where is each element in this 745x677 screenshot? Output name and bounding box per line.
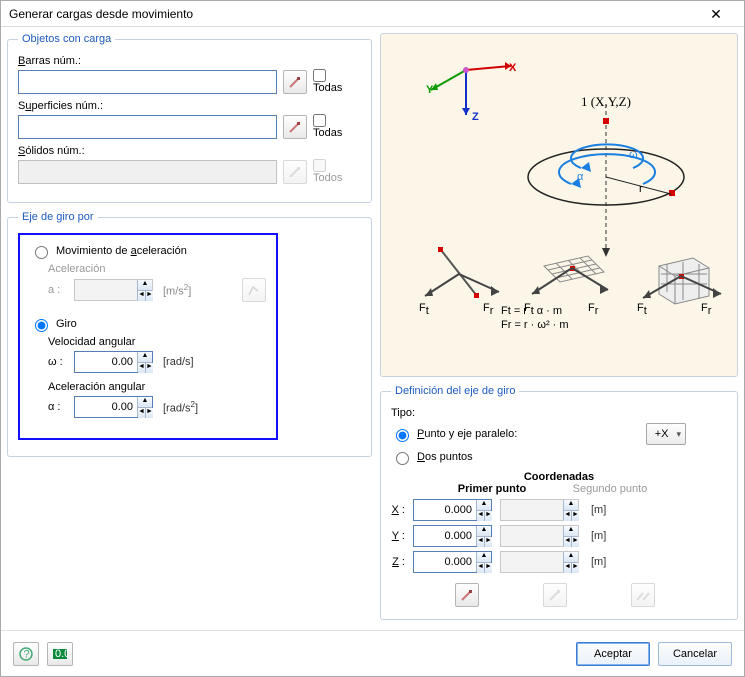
pick-point1-icon[interactable] [455,583,479,607]
two-points-radio[interactable]: Dos puntos [391,449,473,465]
surfaces-input[interactable] [18,115,277,139]
coord-title: Coordenadas [391,471,727,483]
surfaces-all-checkbox[interactable]: Todas [313,114,361,139]
accel-sublabel: Aceleración [48,263,266,275]
diagram-area: X Y Z 1 (X,Y,Z) [380,33,738,377]
svg-text:α: α [577,171,584,183]
footer-bar: ? 0.00 Aceptar Cancelar [1,630,744,676]
z-label: Z : [391,556,405,568]
x-label: X : [391,504,405,516]
parallel-radio[interactable]: Punto y eje paralelo: [391,426,517,442]
ang-vel-unit: [rad/s] [163,356,194,368]
window-title: Generar cargas desde movimiento [9,1,193,27]
x2-input: ▲◄► [500,499,579,521]
ft-label: Ft [419,302,429,317]
accel-symbol: a : [48,284,68,296]
help-icon[interactable]: ? [13,642,39,666]
bars-input[interactable] [18,70,277,94]
bars-all-checkbox[interactable]: Todas [313,69,361,94]
solids-input [18,160,277,184]
solids-label: Sólidos núm.: [18,145,361,157]
rotation-radio[interactable]: Giro [30,316,266,332]
ok-button[interactable]: Aceptar [576,642,650,666]
units-icon[interactable]: 0.00 [47,642,73,666]
solids-all-checkbox: Todos [313,159,361,184]
accel-unit: [m/s2] [163,283,191,298]
alpha-symbol: α : [48,401,68,413]
svg-text:?: ? [24,648,30,660]
mini-diagram-bar: Ft Fr [421,244,511,322]
axis-definition-group: Definición del eje de giro Tipo: Punto y… [380,385,738,620]
ft-label-3: Ft [637,302,647,317]
accel-pick-icon [242,278,266,302]
svg-text:r: r [639,183,643,195]
mini-diagram-solid: Ft Fr [639,244,729,322]
axis-mode-group: Eje de giro por Movimiento de aceleració… [7,211,372,457]
unit-m: [m] [591,504,606,516]
y1-input[interactable]: ▲◄► [413,525,492,547]
objects-legend: Objetos con carga [18,33,115,45]
ang-vel-label: Velocidad angular [48,336,266,348]
pick-both-icon [631,583,655,607]
z1-input[interactable]: ▲◄► [413,551,492,573]
surfaces-label: Superficies núm.: [18,100,361,112]
ang-vel-input[interactable]: ▲◄► [74,351,153,373]
y2-input: ▲◄► [500,525,579,547]
svg-text:0.00: 0.00 [55,648,68,660]
pick-solids-icon [283,160,307,184]
svg-text:ω: ω [629,149,638,161]
ang-acc-unit: [rad/s2] [163,400,198,415]
y-label: Y : [391,530,405,542]
accel-input: ▲◄► [74,279,153,301]
pick-surfaces-icon[interactable] [283,115,307,139]
z-axis-label: Z [472,111,479,123]
axis-def-legend: Definición del eje de giro [391,385,519,397]
dialog-window: Generar cargas desde movimiento ✕ Objeto… [0,0,745,677]
y-axis-label: Y [426,84,433,96]
chevron-down-icon: ▾ [676,429,681,440]
omega-symbol: ω : [48,356,68,368]
cancel-button[interactable]: Cancelar [658,642,732,666]
ang-acc-label: Aceleración angular [48,381,266,393]
secondary-header: Segundo punto [555,483,665,495]
formula-block: Ft = r · α · m Fr = r · ω² · m [501,304,569,332]
x1-input[interactable]: ▲◄► [413,499,492,521]
objects-group: Objetos con carga Barras núm.: Todas Sup… [7,33,372,203]
close-icon[interactable]: ✕ [696,1,736,27]
fr-label-3: Fr [701,302,711,317]
z2-input: ▲◄► [500,551,579,573]
ang-acc-input[interactable]: ▲◄► [74,396,153,418]
pick-point2-icon [543,583,567,607]
accel-radio[interactable]: Movimiento de aceleración [30,243,266,259]
bars-label: Barras núm.: [18,55,361,67]
fr-label: Fr [483,302,493,317]
x-axis-label: X [509,62,516,74]
axis-select[interactable]: +X▾ [646,423,686,445]
axis-mode-legend: Eje de giro por [18,211,98,223]
primary-header: Primer punto [437,483,547,495]
type-label: Tipo: [391,407,727,419]
pick-bars-icon[interactable] [283,70,307,94]
titlebar: Generar cargas desde movimiento ✕ [1,1,744,27]
fr-label-2: Fr [588,302,598,317]
